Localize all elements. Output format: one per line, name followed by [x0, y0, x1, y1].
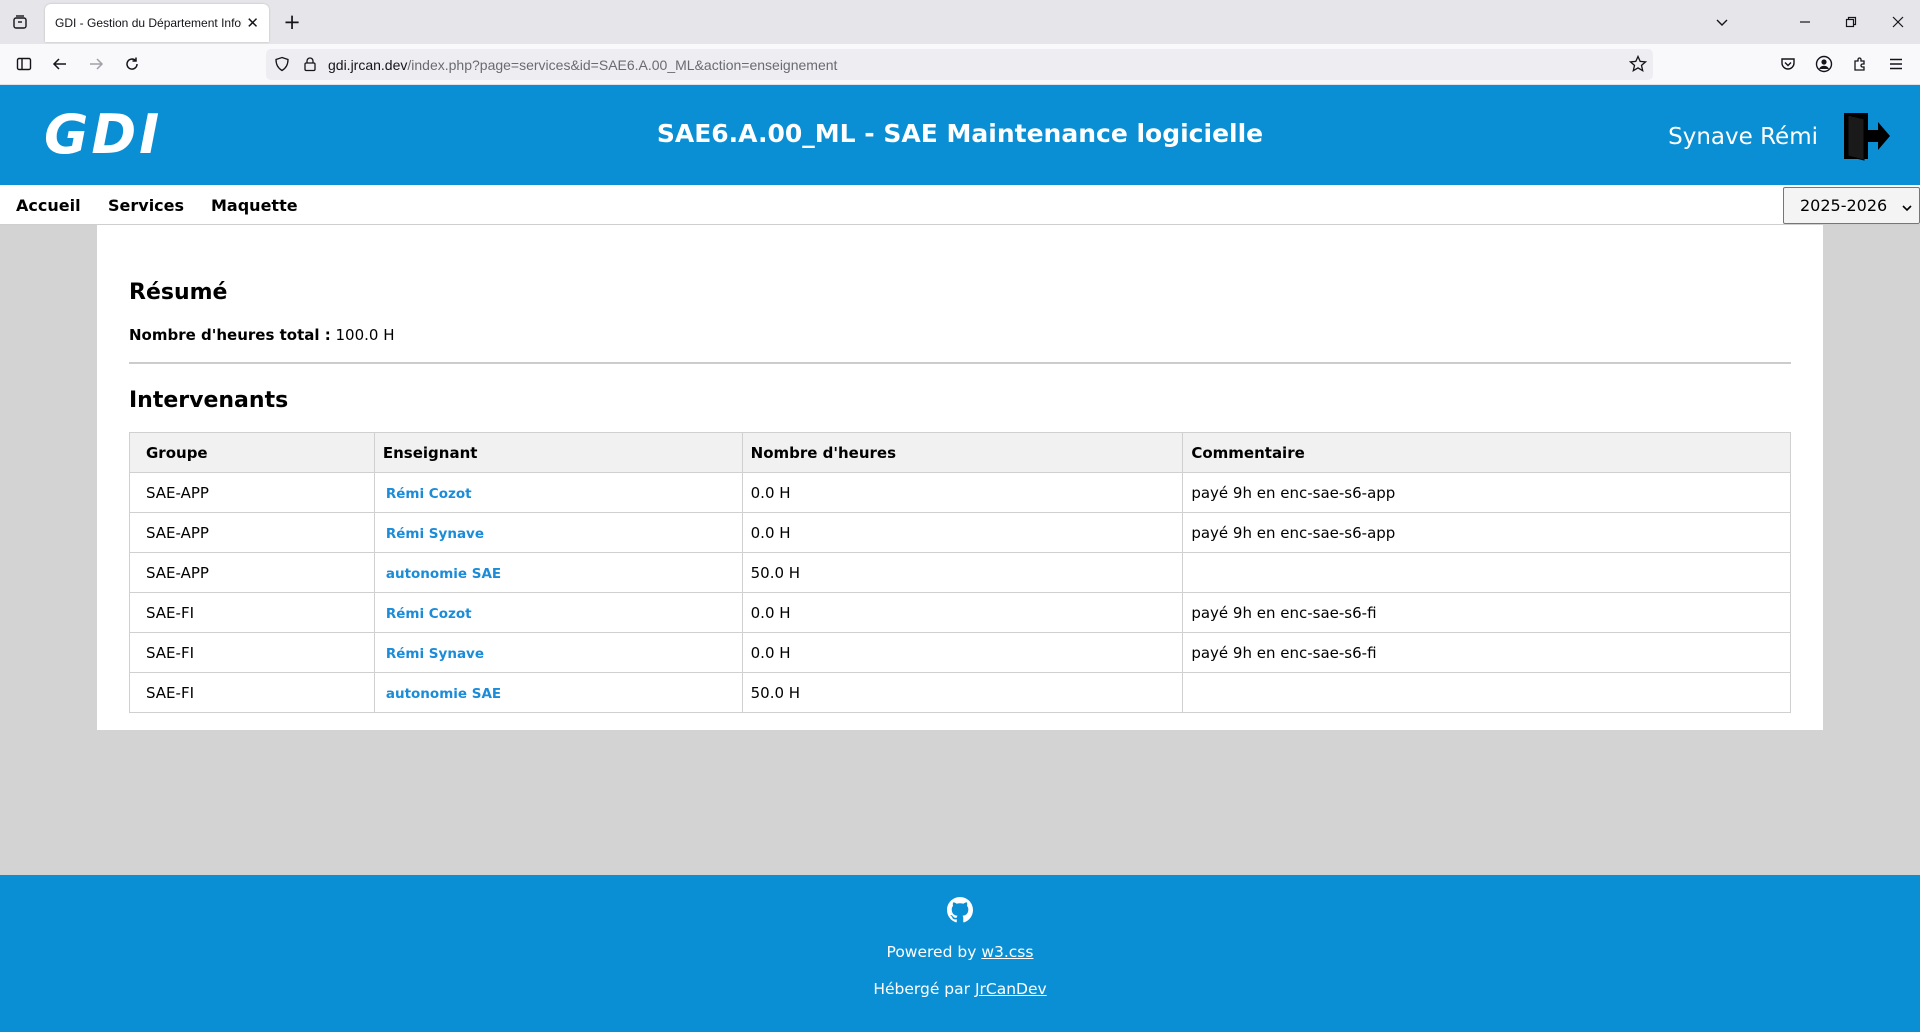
cell-heures: 0.0 H — [741, 512, 1184, 553]
cell-commentaire: payé 9h en enc-sae-s6-fi — [1182, 592, 1791, 633]
page-title: SAE6.A.00_ML - SAE Maintenance logiciell… — [656, 119, 1264, 148]
url-bar[interactable]: gdi.jrcan.dev/index.php?page=services&id… — [266, 49, 1653, 80]
teacher-link[interactable]: Rémi Cozot — [383, 606, 472, 622]
cell-enseignant: autonomie SAE — [373, 672, 743, 713]
sidebar-icon[interactable] — [12, 52, 36, 76]
main-menu: Accueil Services Maquette 2025-2026 — [0, 185, 1920, 225]
column-header-commentaire: Commentaire — [1182, 432, 1791, 473]
cell-heures: 0.0 H — [741, 592, 1184, 633]
cell-commentaire — [1182, 672, 1791, 713]
year-select-value: 2025-2026 — [1800, 196, 1888, 215]
total-hours-value: 100.0 H — [335, 326, 395, 344]
cell-groupe: SAE-FI — [129, 632, 375, 673]
menu-item-maquette[interactable]: Maquette — [211, 196, 298, 215]
account-icon[interactable] — [1812, 52, 1836, 76]
cell-enseignant: autonomie SAE — [373, 552, 743, 593]
chevron-down-icon[interactable] — [1710, 10, 1734, 34]
content-card: Résumé Nombre d'heures total : 100.0 H I… — [97, 225, 1823, 730]
cell-groupe: SAE-FI — [129, 672, 375, 713]
cell-groupe: SAE-FI — [129, 592, 375, 633]
cell-heures: 0.0 H — [741, 472, 1184, 513]
cell-commentaire: payé 9h en enc-sae-s6-app — [1182, 512, 1791, 553]
total-hours-line: Nombre d'heures total : 100.0 H — [129, 326, 395, 344]
cell-groupe: SAE-APP — [129, 472, 375, 513]
powered-by-label: Powered by — [886, 943, 977, 961]
table-row: SAE-APP autonomie SAE 50.0 H — [129, 552, 1791, 593]
teacher-link[interactable]: Rémi Cozot — [383, 486, 472, 502]
year-select[interactable]: 2025-2026 — [1783, 187, 1920, 224]
hosted-by-label: Hébergé par — [873, 980, 970, 998]
tab-list-icon[interactable] — [8, 10, 32, 34]
table-header-row: Groupe Enseignant Nombre d'heures Commen… — [129, 432, 1791, 473]
close-window-icon[interactable] — [1886, 10, 1910, 34]
back-icon[interactable] — [48, 52, 72, 76]
hosted-by-line: Hébergé par JrCanDev — [0, 980, 1920, 998]
cell-commentaire: payé 9h en enc-sae-s6-app — [1182, 472, 1791, 513]
column-header-heures: Nombre d'heures — [741, 432, 1184, 473]
table-row: SAE-APP Rémi Synave 0.0 H payé 9h en enc… — [129, 512, 1791, 553]
section-divider — [129, 362, 1791, 364]
reload-icon[interactable] — [120, 52, 144, 76]
menu-item-services[interactable]: Services — [108, 196, 184, 215]
teacher-link[interactable]: Rémi Synave — [383, 646, 484, 662]
teacher-link[interactable]: autonomie SAE — [383, 566, 501, 582]
close-tab-icon[interactable]: ✕ — [246, 15, 259, 31]
lock-icon[interactable] — [302, 56, 318, 76]
footer: Powered by w3.css Hébergé par JrCanDev — [0, 875, 1920, 1032]
user-name: Synave Rémi — [1668, 124, 1818, 150]
cell-heures: 0.0 H — [741, 632, 1184, 673]
browser-nav-bar: gdi.jrcan.dev/index.php?page=services&id… — [0, 44, 1920, 85]
browser-tab[interactable]: GDI - Gestion du Département Informatiqu… — [45, 4, 269, 42]
intervenants-table: Groupe Enseignant Nombre d'heures Commen… — [129, 432, 1791, 713]
url-host: gdi.jrcan.dev — [328, 56, 408, 73]
cell-enseignant: Rémi Synave — [373, 512, 743, 553]
url-text: gdi.jrcan.dev/index.php?page=services&id… — [328, 57, 837, 73]
extensions-icon[interactable] — [1848, 52, 1872, 76]
cell-heures: 50.0 H — [741, 672, 1184, 713]
cell-enseignant: Rémi Cozot — [373, 472, 743, 513]
github-icon[interactable] — [947, 897, 973, 923]
teacher-link[interactable]: autonomie SAE — [383, 686, 501, 702]
app-header: GDI SAE6.A.00_ML - SAE Maintenance logic… — [0, 85, 1920, 185]
table-row: SAE-FI Rémi Cozot 0.0 H payé 9h en enc-s… — [129, 592, 1791, 633]
cell-groupe: SAE-APP — [129, 512, 375, 553]
minimize-icon[interactable] — [1793, 10, 1817, 34]
w3css-link[interactable]: w3.css — [981, 943, 1033, 961]
cell-groupe: SAE-APP — [129, 552, 375, 593]
logout-door-icon[interactable] — [1840, 110, 1892, 162]
pocket-icon[interactable] — [1776, 52, 1800, 76]
forward-icon[interactable] — [84, 52, 108, 76]
menu-icon[interactable] — [1884, 52, 1908, 76]
column-header-groupe: Groupe — [129, 432, 375, 473]
summary-heading: Résumé — [129, 280, 228, 305]
bookmark-star-icon[interactable] — [1628, 54, 1648, 77]
cell-enseignant: Rémi Synave — [373, 632, 743, 673]
table-row: SAE-APP Rémi Cozot 0.0 H payé 9h en enc-… — [129, 472, 1791, 513]
cell-commentaire — [1182, 552, 1791, 593]
tab-title: GDI - Gestion du Département Informatiqu… — [55, 16, 242, 30]
table-row: SAE-FI Rémi Synave 0.0 H payé 9h en enc-… — [129, 632, 1791, 673]
jrcandev-link[interactable]: JrCanDev — [975, 980, 1047, 998]
powered-by-line: Powered by w3.css — [0, 943, 1920, 961]
shield-icon[interactable] — [274, 56, 290, 76]
column-header-enseignant: Enseignant — [373, 432, 743, 473]
total-hours-label: Nombre d'heures total : — [129, 326, 331, 344]
cell-commentaire: payé 9h en enc-sae-s6-fi — [1182, 632, 1791, 673]
url-path: /index.php?page=services&id=SAE6.A.00_ML… — [407, 56, 838, 73]
cell-enseignant: Rémi Cozot — [373, 592, 743, 633]
cell-heures: 50.0 H — [741, 552, 1184, 593]
chevron-down-icon — [1901, 199, 1913, 212]
menu-item-accueil[interactable]: Accueil — [16, 196, 81, 215]
intervenants-heading: Intervenants — [129, 388, 289, 413]
restore-icon[interactable] — [1839, 10, 1863, 34]
teacher-link[interactable]: Rémi Synave — [383, 526, 484, 542]
table-row: SAE-FI autonomie SAE 50.0 H — [129, 672, 1791, 713]
browser-tab-strip: GDI - Gestion du Département Informatiqu… — [0, 0, 1920, 44]
new-tab-icon[interactable]: + — [280, 10, 304, 34]
